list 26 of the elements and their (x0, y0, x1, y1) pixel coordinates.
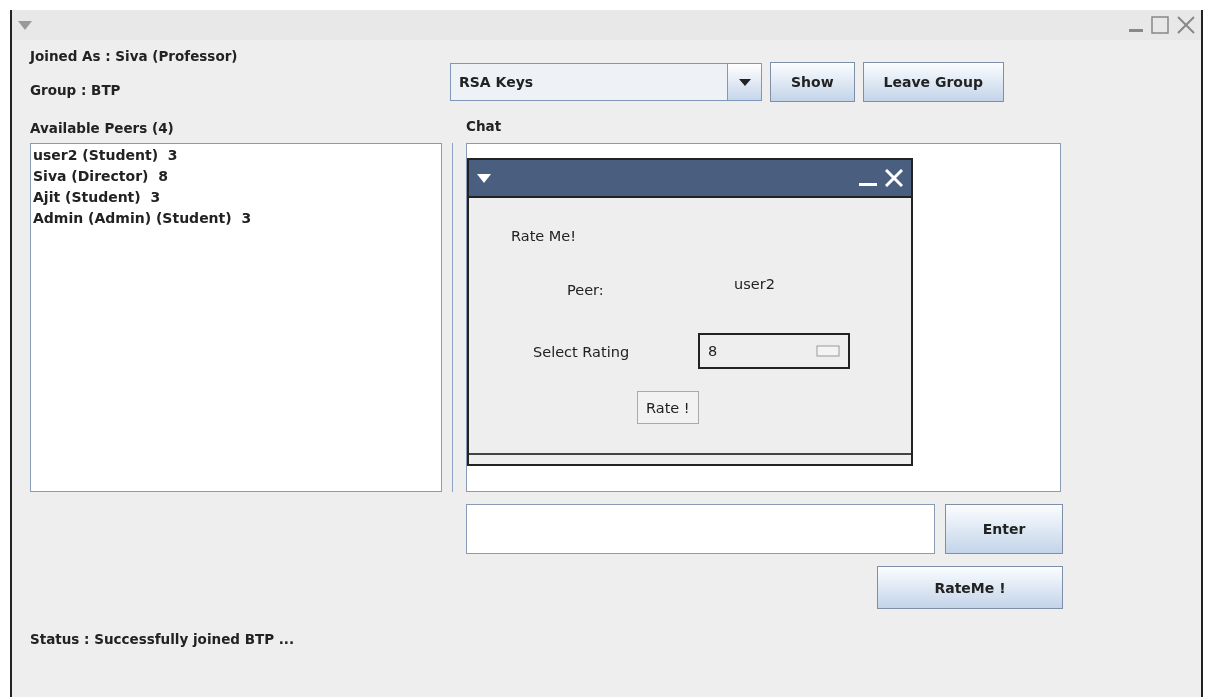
maximize-icon[interactable] (1151, 16, 1169, 34)
key-dropdown[interactable]: RSA Keys (450, 63, 762, 101)
dropdown-arrow-icon (738, 78, 751, 86)
status-text: Status : Successfully joined BTP ... (30, 631, 295, 647)
show-button[interactable]: Show (770, 62, 855, 102)
menu-arrow-icon[interactable] (477, 173, 491, 183)
peer-item[interactable]: Ajit (Student) 3 (33, 189, 161, 205)
enter-button[interactable]: Enter (945, 504, 1063, 554)
rating-field[interactable]: 8 (698, 333, 850, 369)
chat-label: Chat (466, 118, 502, 134)
peer-item[interactable]: Admin (Admin) (Student) 3 (33, 210, 252, 226)
leave-group-button[interactable]: Leave Group (862, 62, 1004, 102)
peer-label: Peer: (567, 282, 604, 298)
rate-button[interactable]: Rate ! (637, 391, 699, 424)
rate-me-button[interactable]: RateMe ! (877, 566, 1063, 609)
close-icon[interactable] (1177, 16, 1195, 34)
message-field[interactable] (466, 504, 936, 554)
peer-item[interactable]: user2 (Student) 3 (33, 147, 178, 163)
rating-label: Select Rating (533, 344, 630, 360)
joined-as-label: Joined As : Siva (Professor) (30, 48, 239, 64)
peer-value: user2 (734, 276, 775, 292)
peers-label: Available Peers (4) (30, 120, 174, 136)
dialog-heading: Rate Me! (511, 228, 577, 244)
peer-item[interactable]: Siva (Director) 8 (33, 168, 168, 184)
spinner-icon (816, 345, 840, 357)
group-label: Group : BTP (30, 82, 122, 98)
